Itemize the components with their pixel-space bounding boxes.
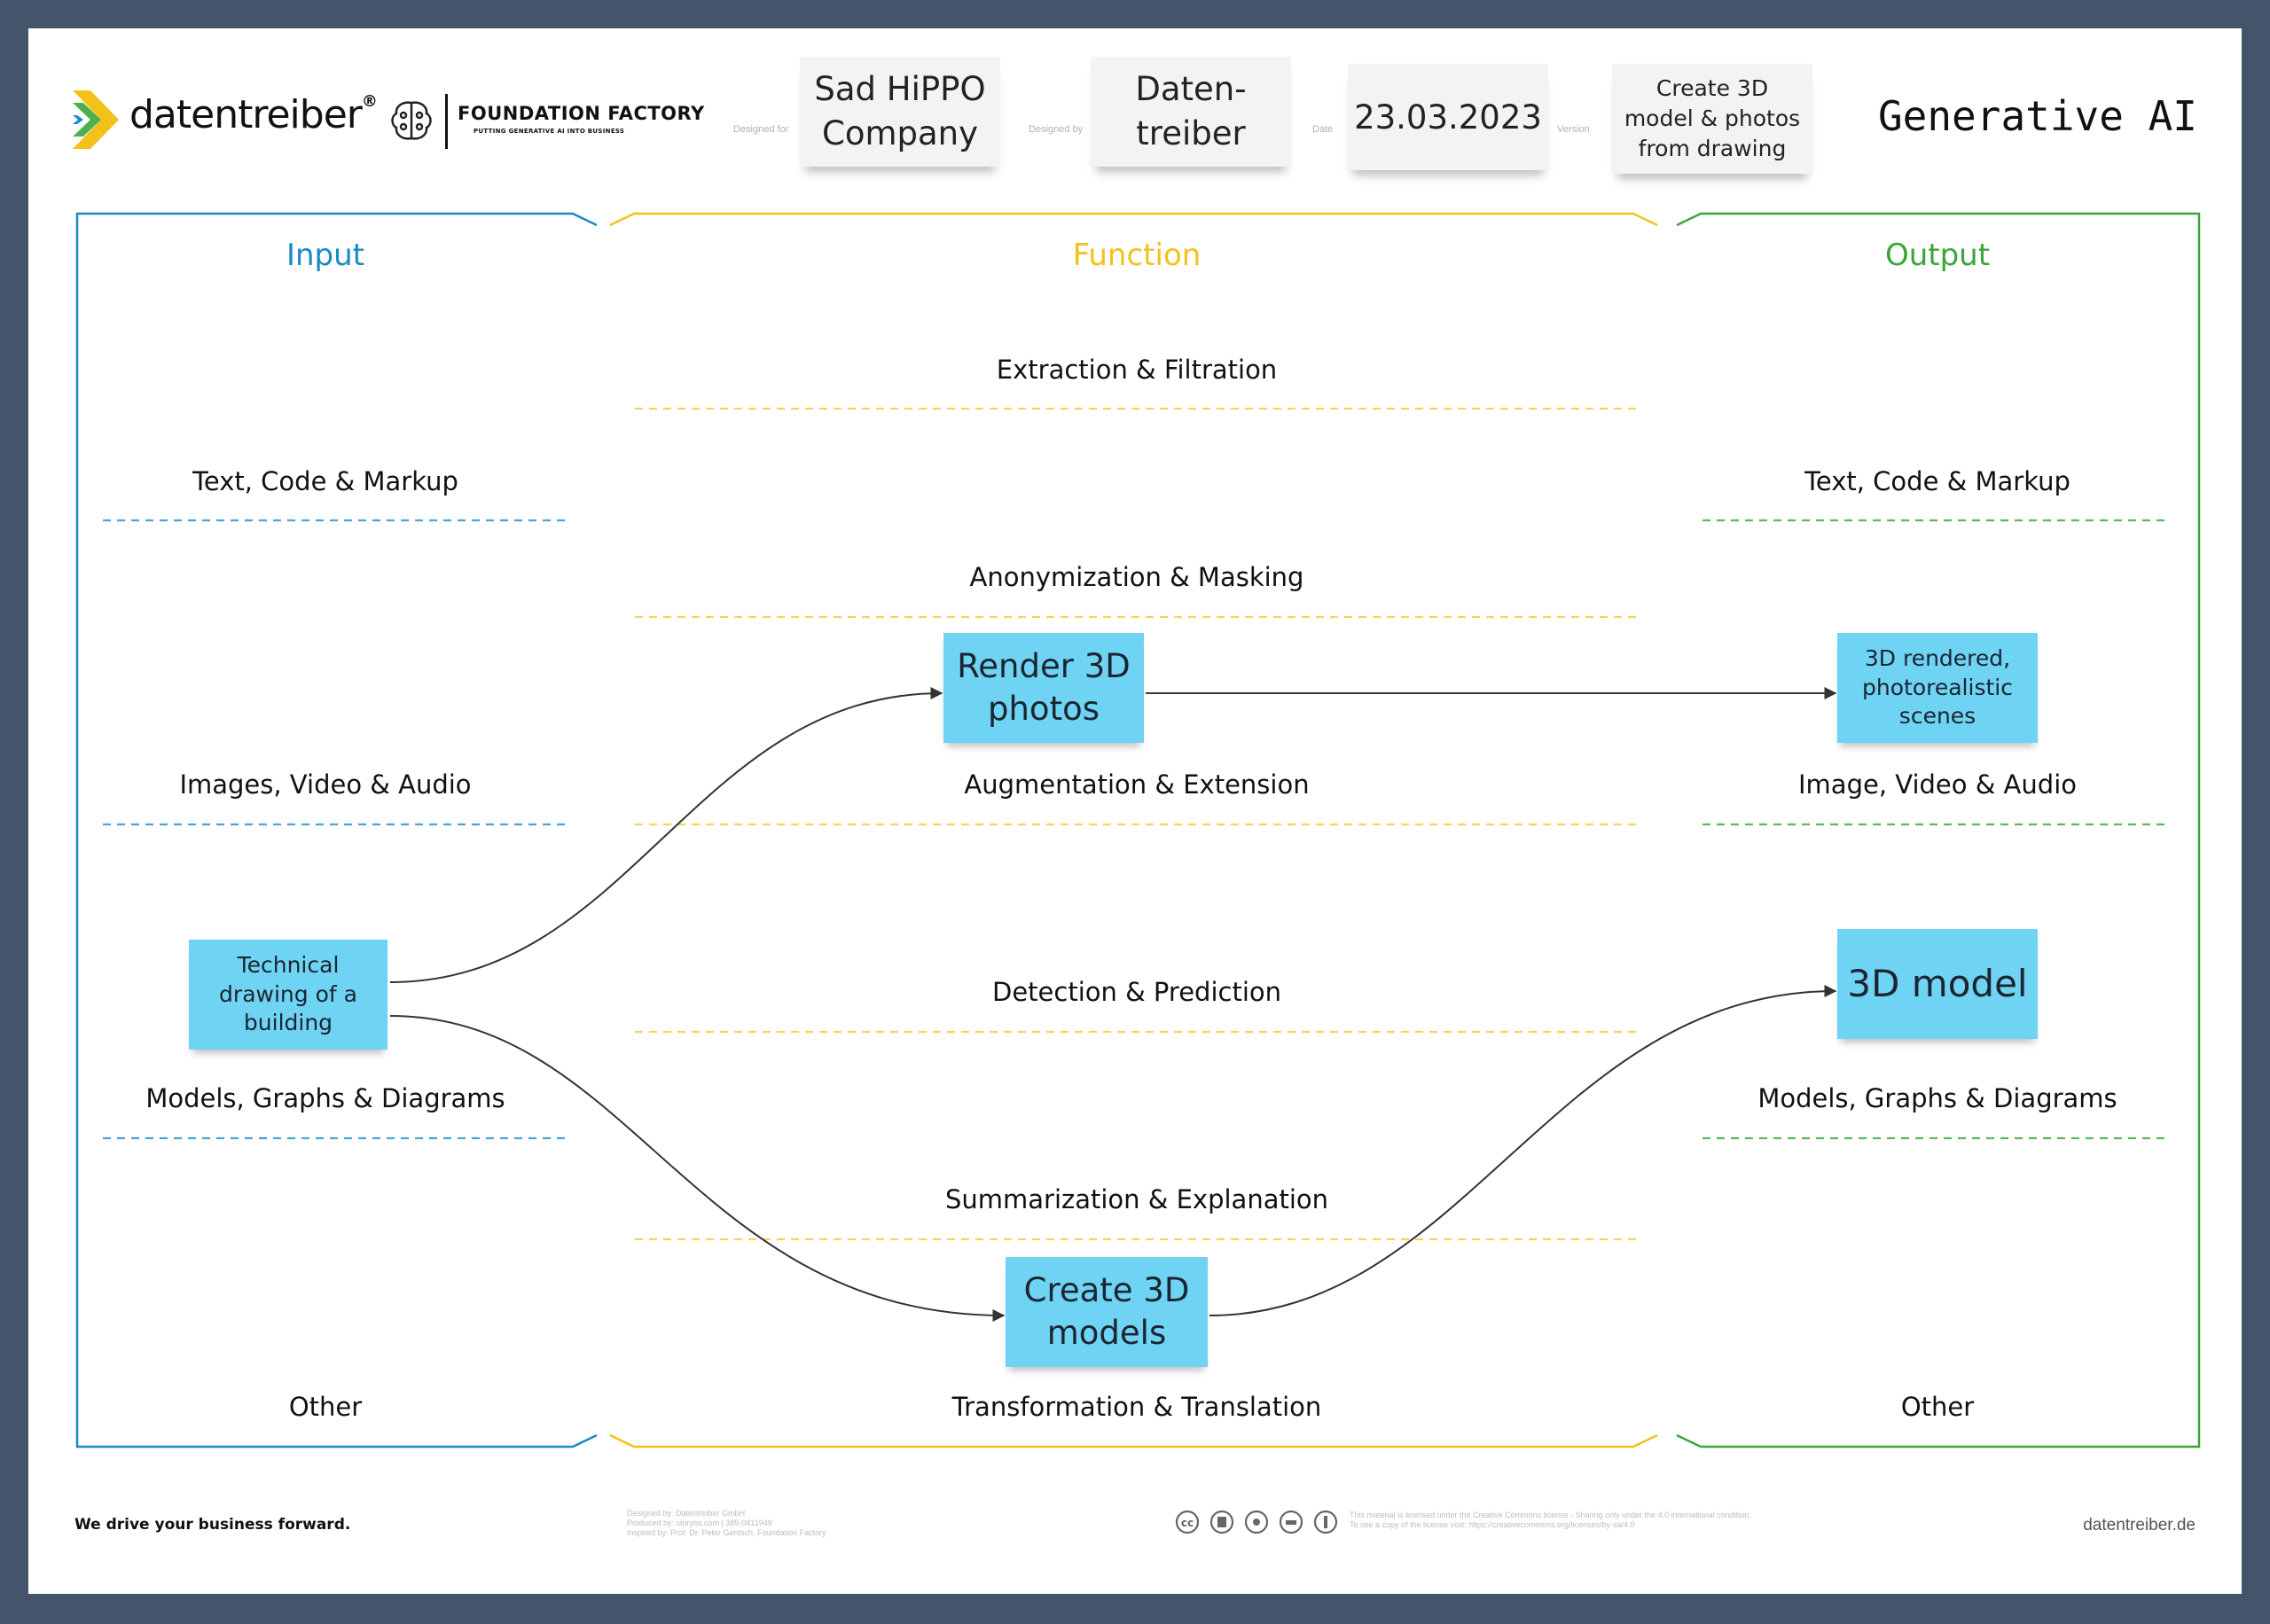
- function-category: Detection & Prediction: [992, 977, 1281, 1007]
- input-category: Models, Graphs & Diagrams: [145, 1083, 505, 1113]
- license-line: To see a copy of the license visit: http…: [1350, 1519, 1635, 1529]
- credits-line: Designed by: Datentreiber GmbH: [627, 1509, 746, 1518]
- footer-website-link[interactable]: datentreiber.de: [2083, 1516, 2196, 1535]
- sticky-note-create-3d-models[interactable]: Create 3D models: [1006, 1257, 1208, 1367]
- footer-credits: Designed by: Datentreiber GmbH Produced …: [627, 1509, 826, 1537]
- creative-commons-icons: cc: [1175, 1510, 1338, 1534]
- output-category: Image, Video & Audio: [1798, 769, 2077, 800]
- output-category: Text, Code & Markup: [1804, 466, 2070, 496]
- function-category: Transformation & Translation: [951, 1392, 1322, 1422]
- credits-line: Inspired by: Prof. Dr. Peter Gentsch, Fo…: [627, 1527, 826, 1537]
- function-category: Summarization & Explanation: [944, 1184, 1329, 1214]
- output-category: Other: [1900, 1392, 1975, 1422]
- credits-line: Produced by: storyos.com | 385-0411949: [627, 1518, 772, 1527]
- sticky-note-output-3d-model[interactable]: 3D model: [1837, 929, 2038, 1039]
- output-category: Models, Graphs & Diagrams: [1757, 1083, 2117, 1113]
- input-category: Text, Code & Markup: [192, 466, 458, 496]
- sticky-note-render-3d-photos[interactable]: Render 3D photos: [943, 633, 1144, 743]
- function-category: Extraction & Filtration: [996, 355, 1278, 385]
- function-category: Augmentation & Extension: [964, 769, 1310, 800]
- license-line: This material is licensed under the Crea…: [1350, 1511, 1751, 1519]
- svg-text:cc: cc: [1181, 1517, 1194, 1529]
- column-title-output: Output: [1884, 238, 1991, 273]
- column-title-input: Input: [286, 238, 365, 273]
- sticky-note-output-scenes[interactable]: 3D rendered, photorealistic scenes: [1837, 633, 2038, 743]
- sticky-note-input-drawing[interactable]: Technical drawing of a building: [189, 940, 387, 1050]
- input-category: Images, Video & Audio: [179, 769, 472, 800]
- function-category: Anonymization & Masking: [969, 562, 1304, 592]
- input-category: Other: [288, 1392, 363, 1422]
- footer-slogan: We drive your business forward.: [74, 1516, 351, 1534]
- footer-license: This material is licensed under the Crea…: [1350, 1511, 1751, 1530]
- column-title-function: Function: [1072, 238, 1202, 273]
- canvas-board: datentreiber® FOUNDATION FACTORY PUTTING…: [28, 28, 2242, 1594]
